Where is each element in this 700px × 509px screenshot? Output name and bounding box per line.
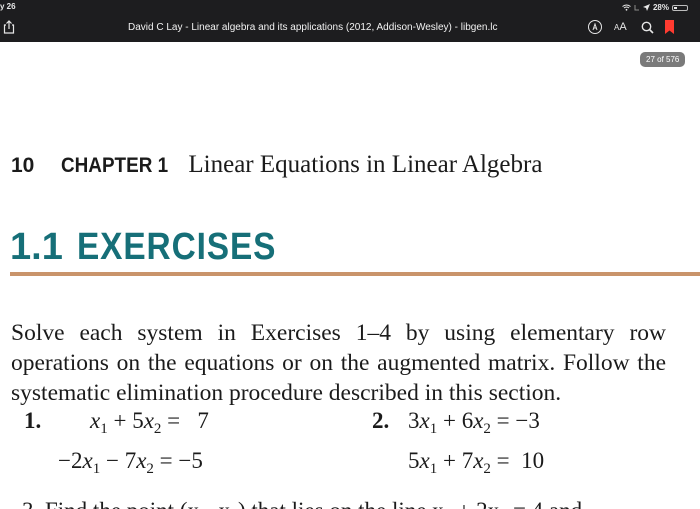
equation-line: −2x1 − 7x2 = −5 (58, 448, 203, 477)
text-size-large-glyph: A (619, 21, 627, 33)
chapter-title: Linear Equations in Linear Algebra (188, 151, 543, 178)
location-icon (642, 4, 650, 11)
markup-button[interactable] (588, 20, 602, 34)
markup-icon (592, 23, 598, 31)
page-number: 10 (11, 154, 35, 177)
bookmark-button[interactable] (665, 18, 675, 36)
text-size-button[interactable]: AA (614, 18, 627, 36)
orientation-lock-icon (634, 5, 639, 11)
exercise-3-partial: 3. Find the point (x₁, x₂) that lies on … (22, 496, 582, 509)
exercise-1: 1. x1 + 5x2 = 7 −2x1 − 7x2 = −5 (0, 408, 330, 478)
page-indicator: 27 of 576 (640, 52, 686, 67)
battery-percent: 28% (652, 3, 669, 12)
bookmark-icon (665, 20, 675, 34)
running-header: 10 CHAPTER 1 Linear Equations in Linear … (11, 151, 542, 179)
document-title: David C Lay - Linear algebra and its app… (128, 22, 498, 33)
section-divider (10, 272, 700, 276)
toolbar-actions: AA (588, 18, 675, 36)
equation-line: 5x1 + 7x2 = 10 (408, 448, 545, 477)
section-title: EXERCISES (76, 226, 277, 268)
exercise-number: 1. (24, 408, 42, 433)
exercise-2: 2. 3x1 + 6x2 = −3 5x1 + 7x2 = 10 (350, 408, 690, 478)
status-indicators: 28% (622, 3, 688, 12)
equation-line: 3x1 + 6x2 = −3 (408, 408, 540, 437)
section-heading: 1.1 EXERCISES (10, 226, 303, 269)
search-icon (641, 21, 654, 34)
reader-toolbar: y 26 28% David C Lay - Linear algebra an… (0, 0, 700, 42)
section-number: 1.1 (10, 226, 63, 268)
exercise-instructions: Solve each system in Exercises 1–4 by us… (11, 319, 666, 406)
equation-line: x1 + 5x2 = 7 (90, 408, 209, 437)
status-time: y 26 (0, 2, 16, 11)
exercise-number: 2. (372, 408, 390, 433)
chapter-label: CHAPTER 1 (61, 154, 169, 177)
share-icon[interactable] (2, 20, 16, 34)
battery-icon (672, 4, 688, 11)
search-button[interactable] (639, 18, 657, 36)
wifi-icon (622, 4, 631, 11)
